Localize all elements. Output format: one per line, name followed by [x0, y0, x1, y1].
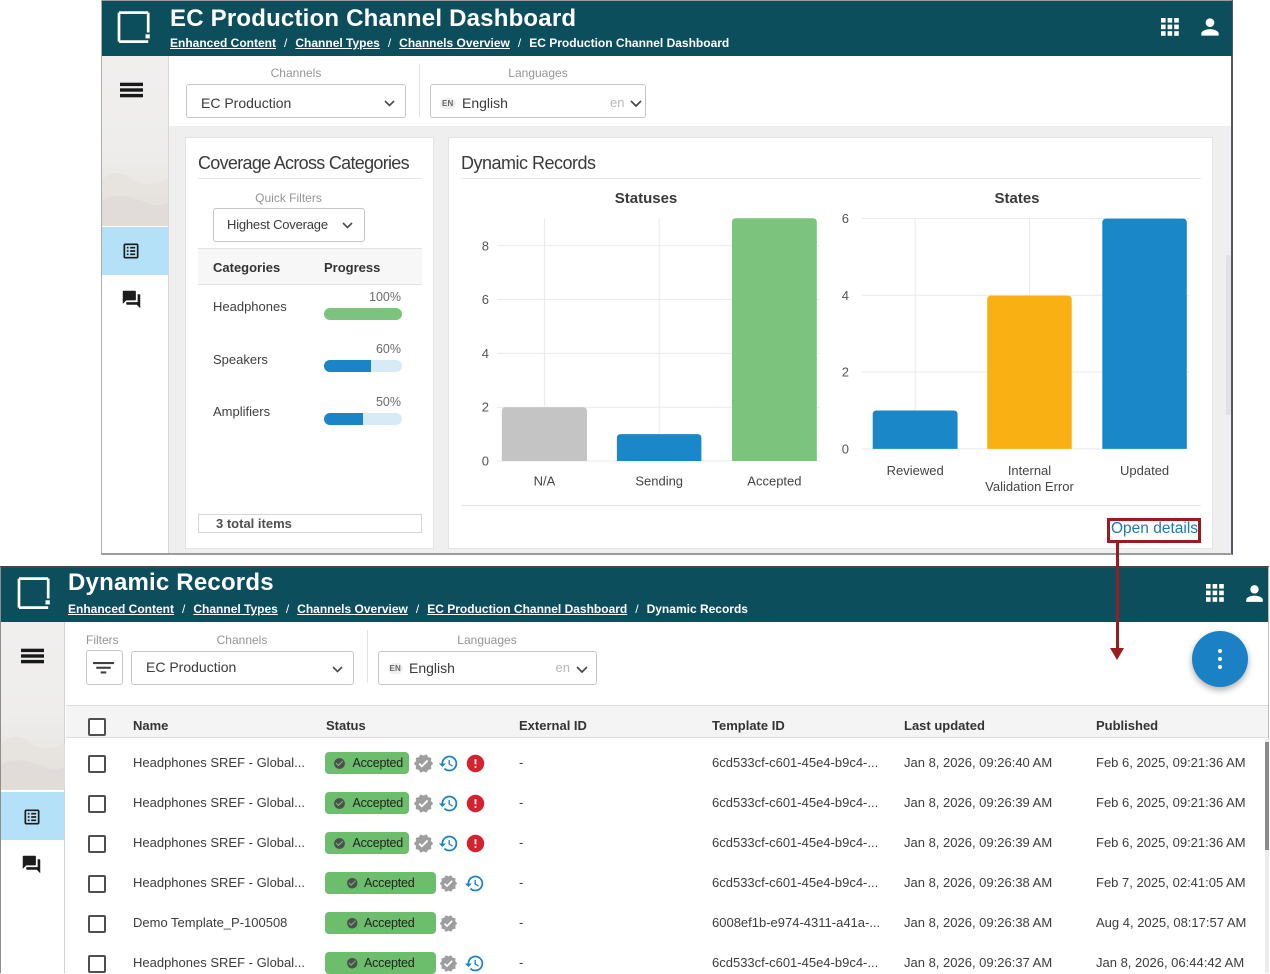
svg-text:Sending: Sending	[635, 474, 683, 489]
svg-text:6: 6	[482, 292, 489, 307]
svg-text:2: 2	[482, 400, 489, 415]
svg-text:2: 2	[842, 365, 849, 380]
svg-text:Validation Error: Validation Error	[985, 479, 1074, 494]
svg-text:Accepted: Accepted	[747, 474, 801, 489]
svg-text:4: 4	[482, 346, 489, 361]
svg-text:Updated: Updated	[1120, 463, 1169, 478]
svg-text:4: 4	[842, 288, 849, 303]
svg-text:8: 8	[482, 238, 489, 253]
svg-text:States: States	[994, 190, 1039, 207]
svg-text:N/A: N/A	[534, 474, 556, 489]
svg-text:6: 6	[842, 211, 849, 226]
svg-text:Reviewed: Reviewed	[887, 463, 944, 478]
svg-text:Statuses: Statuses	[615, 190, 678, 207]
svg-text:Internal: Internal	[1008, 463, 1051, 478]
svg-text:0: 0	[482, 454, 489, 469]
svg-text:0: 0	[842, 441, 849, 456]
